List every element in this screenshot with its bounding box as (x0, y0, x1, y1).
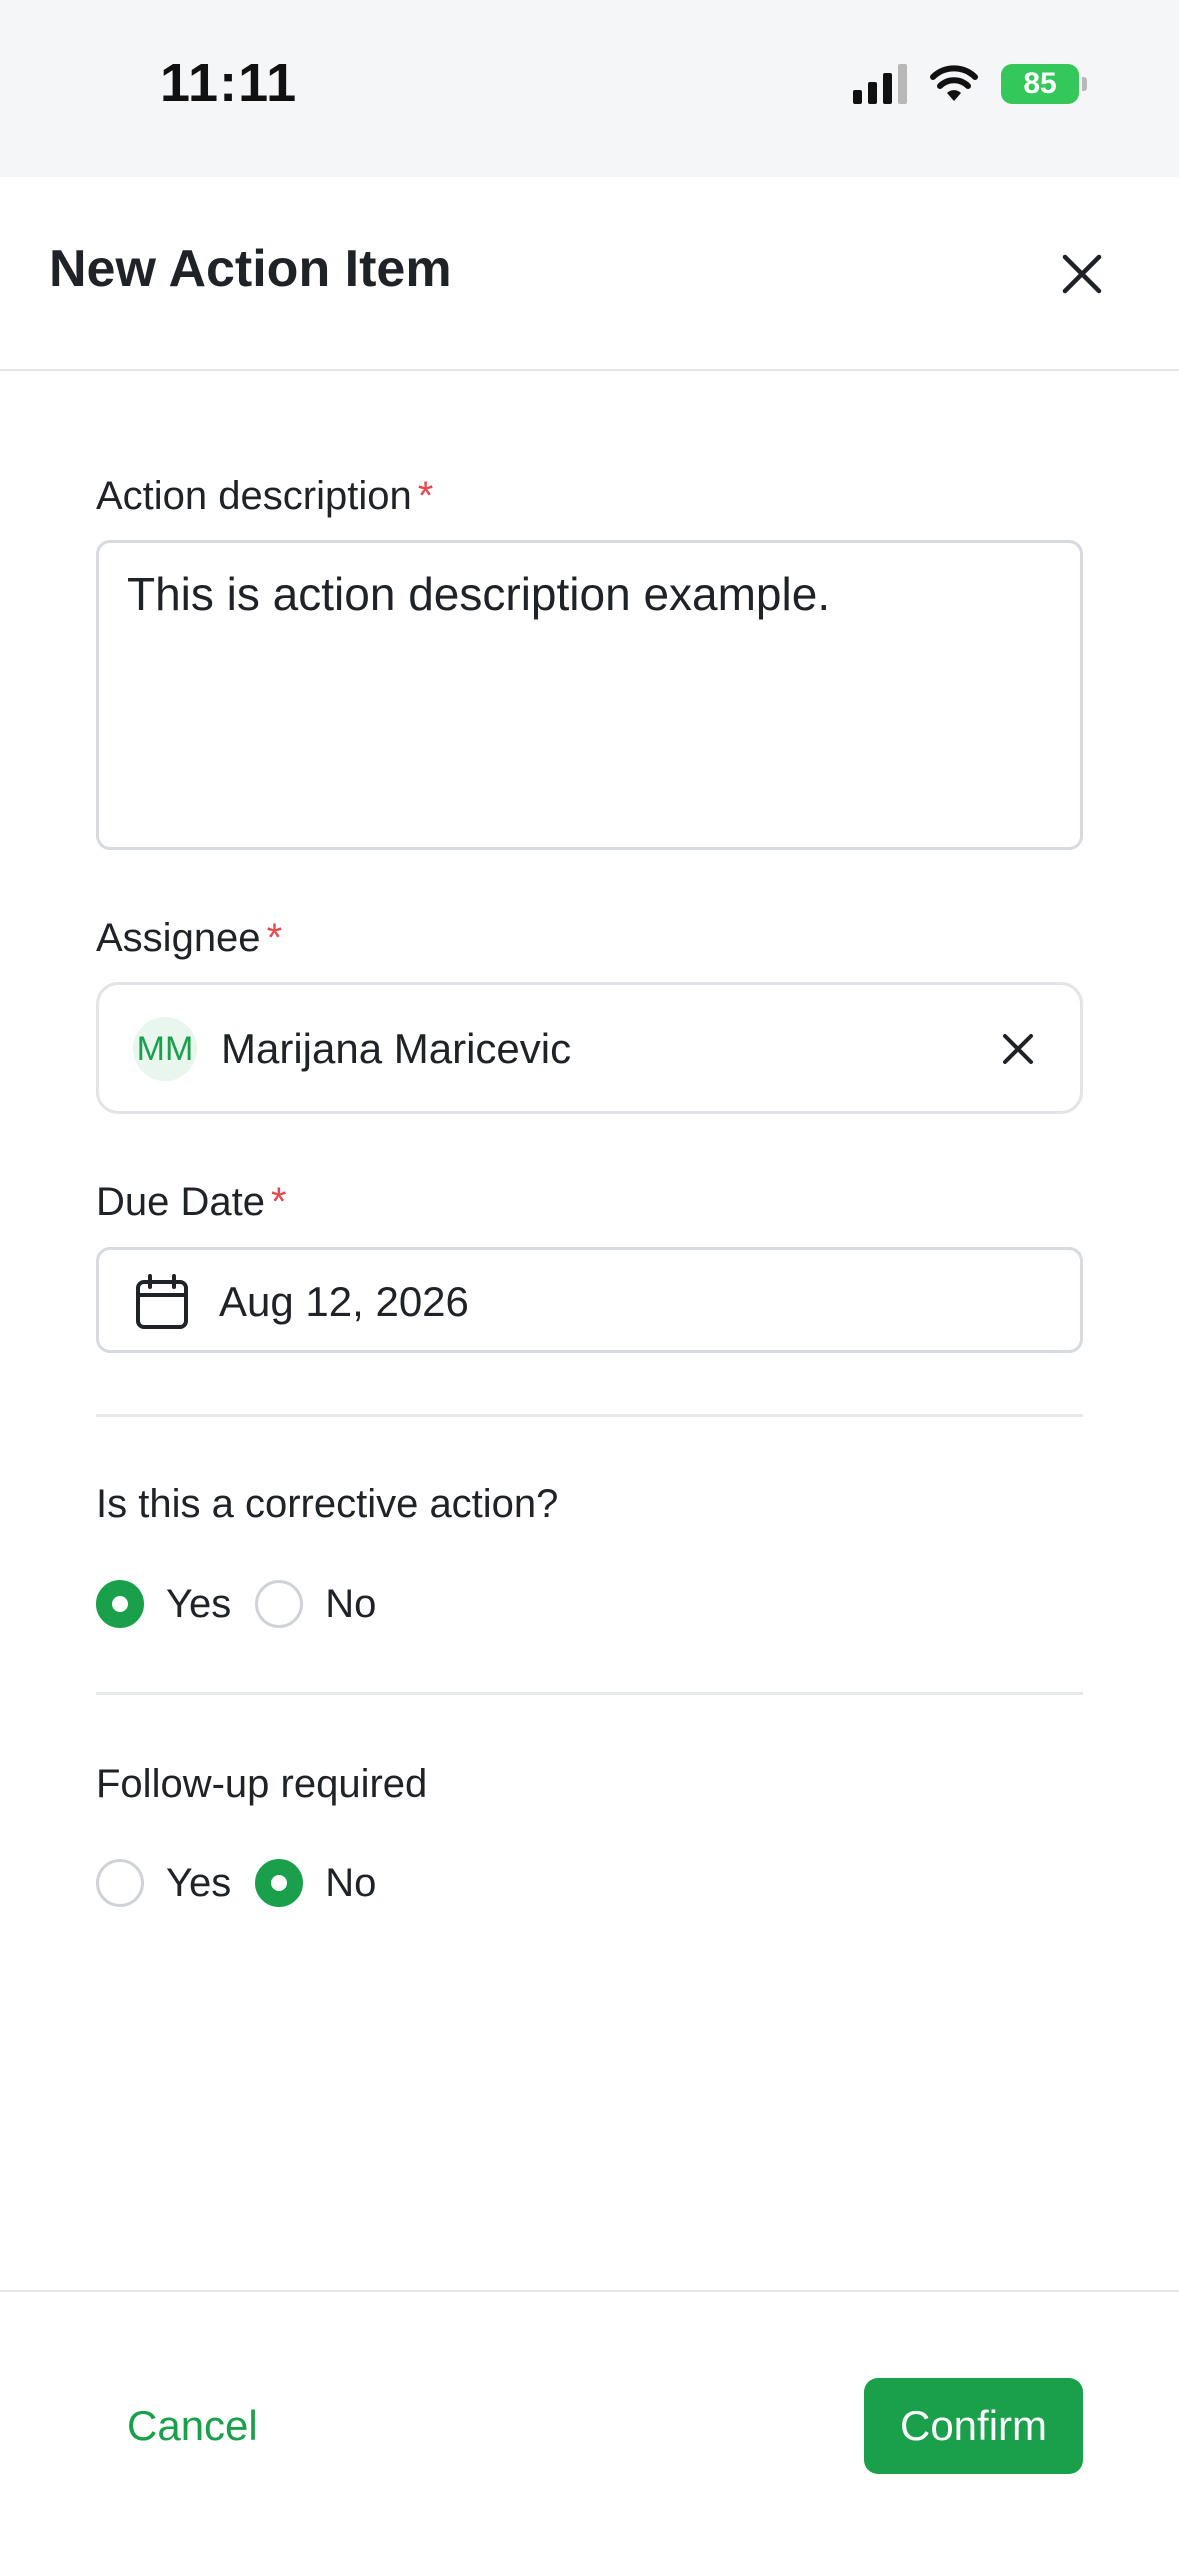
avatar: MM (133, 1017, 197, 1081)
modal-footer: Cancel Confirm (0, 2290, 1179, 2556)
corrective-yes-label[interactable]: Yes (166, 1582, 231, 1627)
assignee-label: Assignee * (96, 916, 282, 961)
assignee-label-text: Assignee (96, 916, 261, 960)
divider (96, 1414, 1083, 1417)
assignee-name: Marijana Maricevic (221, 1025, 572, 1072)
corrective-yes-radio[interactable] (96, 1580, 144, 1628)
assignee-field[interactable]: MM Marijana Maricevic (96, 982, 1083, 1114)
follow-up-radio-group: Yes No (96, 1859, 400, 1907)
wifi-icon (930, 65, 978, 101)
battery-charging-icon: 85 (1001, 64, 1087, 104)
required-marker: * (270, 1180, 287, 1224)
due-date-field[interactable]: Aug 12, 2026 (96, 1247, 1083, 1353)
status-bar: 11:11 85 (0, 0, 1179, 177)
required-marker: * (417, 474, 434, 518)
calendar-icon (136, 1274, 188, 1329)
follow-up-question: Follow-up required (96, 1762, 428, 1806)
follow-up-no-radio[interactable] (255, 1859, 304, 1907)
page-title: New Action Item (49, 240, 452, 298)
status-time: 11:11 (160, 53, 298, 113)
signal-icon (853, 64, 907, 104)
confirm-button[interactable]: Confirm (864, 2378, 1083, 2474)
corrective-no-label[interactable]: No (325, 1582, 376, 1627)
modal-header: New Action Item (0, 177, 1179, 371)
close-icon (1003, 1034, 1033, 1064)
description-label: Action description * (96, 474, 433, 519)
description-label-text: Action description (96, 474, 412, 518)
cancel-button[interactable]: Cancel (127, 2402, 258, 2450)
follow-up-yes-radio[interactable] (96, 1859, 144, 1907)
follow-up-no-label[interactable]: No (325, 1861, 376, 1906)
battery-level: 85 (1023, 67, 1057, 100)
close-button[interactable] (1052, 244, 1112, 304)
required-marker: * (266, 916, 283, 960)
corrective-no-radio[interactable] (255, 1580, 304, 1628)
due-date-value: Aug 12, 2026 (219, 1278, 469, 1325)
close-icon (1062, 254, 1102, 294)
corrective-question: Is this a corrective action? (96, 1482, 559, 1526)
action-description-textarea[interactable]: This is action description example. (96, 540, 1083, 850)
follow-up-yes-label[interactable]: Yes (166, 1861, 231, 1906)
due-date-label: Due Date * (96, 1180, 287, 1225)
corrective-radio-group: Yes No (96, 1580, 400, 1628)
due-date-label-text: Due Date (96, 1180, 265, 1224)
action-description-value: This is action description example. (127, 568, 831, 620)
divider (96, 1692, 1083, 1695)
status-icons: 85 (853, 64, 1087, 104)
clear-assignee-button[interactable] (992, 1023, 1044, 1075)
